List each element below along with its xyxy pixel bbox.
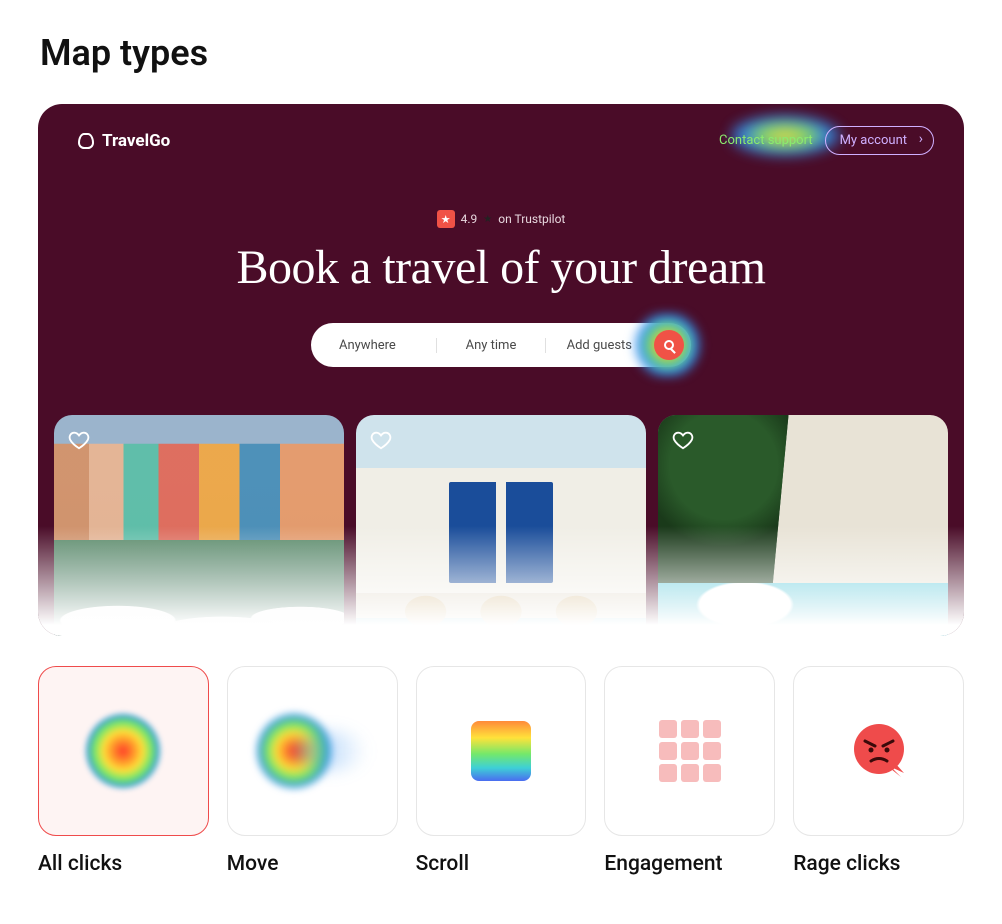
heatdot-icon xyxy=(86,714,160,788)
map-type-move[interactable]: Move xyxy=(227,666,398,876)
trustpilot-badge-icon: ★ xyxy=(437,210,455,228)
search-icon xyxy=(664,340,674,350)
map-type-label: Scroll xyxy=(416,852,587,876)
panel: TravelGo Contact support My account ★ 4.… xyxy=(0,80,1002,924)
map-type-card[interactable] xyxy=(38,666,209,836)
favorite-icon[interactable] xyxy=(672,429,694,451)
map-type-card[interactable] xyxy=(793,666,964,836)
map-type-card[interactable] xyxy=(604,666,775,836)
map-type-card[interactable] xyxy=(227,666,398,836)
rating-source: on Trustpilot xyxy=(498,212,565,226)
brand-logo-icon xyxy=(78,133,94,149)
map-type-label: Move xyxy=(227,852,398,876)
map-type-label: All clicks xyxy=(38,852,209,876)
scroll-gradient-icon xyxy=(471,721,531,781)
contact-support-link[interactable]: Contact support xyxy=(719,133,813,148)
favorite-icon[interactable] xyxy=(68,429,90,451)
map-type-scroll[interactable]: Scroll xyxy=(416,666,587,876)
destination-cards xyxy=(38,415,964,636)
map-type-label: Rage clicks xyxy=(793,852,964,876)
engagement-grid-icon xyxy=(659,720,721,782)
search-button[interactable] xyxy=(654,330,684,360)
header-right: Contact support My account xyxy=(719,126,934,155)
star-icon: ★ xyxy=(483,214,492,225)
rating-score: 4.9 xyxy=(461,212,478,226)
map-type-label: Engagement xyxy=(604,852,775,876)
destination-card[interactable] xyxy=(658,415,948,636)
site-header: TravelGo Contact support My account xyxy=(38,104,964,155)
my-account-button[interactable]: My account xyxy=(825,126,934,155)
destination-card[interactable] xyxy=(54,415,344,636)
favorite-icon[interactable] xyxy=(370,429,392,451)
map-type-rage[interactable]: Rage clicks xyxy=(793,666,964,876)
search-where[interactable]: Anywhere xyxy=(311,338,437,353)
rage-face-icon xyxy=(849,721,909,781)
destination-card[interactable] xyxy=(356,415,646,636)
movedot-icon xyxy=(257,714,367,788)
map-types-row: All clicks Move Scroll Engagement xyxy=(38,666,964,876)
search-when[interactable]: Any time xyxy=(437,338,545,353)
site-preview: TravelGo Contact support My account ★ 4.… xyxy=(38,104,964,636)
brand[interactable]: TravelGo xyxy=(78,131,170,151)
map-type-card[interactable] xyxy=(416,666,587,836)
hero-title: Book a travel of your dream xyxy=(38,240,964,295)
search-bar[interactable]: Anywhere Any time Add guests xyxy=(311,323,691,367)
section-title: Map types xyxy=(40,32,208,74)
map-type-engagement[interactable]: Engagement xyxy=(604,666,775,876)
brand-name: TravelGo xyxy=(102,131,170,151)
map-type-all-clicks[interactable]: All clicks xyxy=(38,666,209,876)
rating-row: ★ 4.9 ★ on Trustpilot xyxy=(38,210,964,228)
